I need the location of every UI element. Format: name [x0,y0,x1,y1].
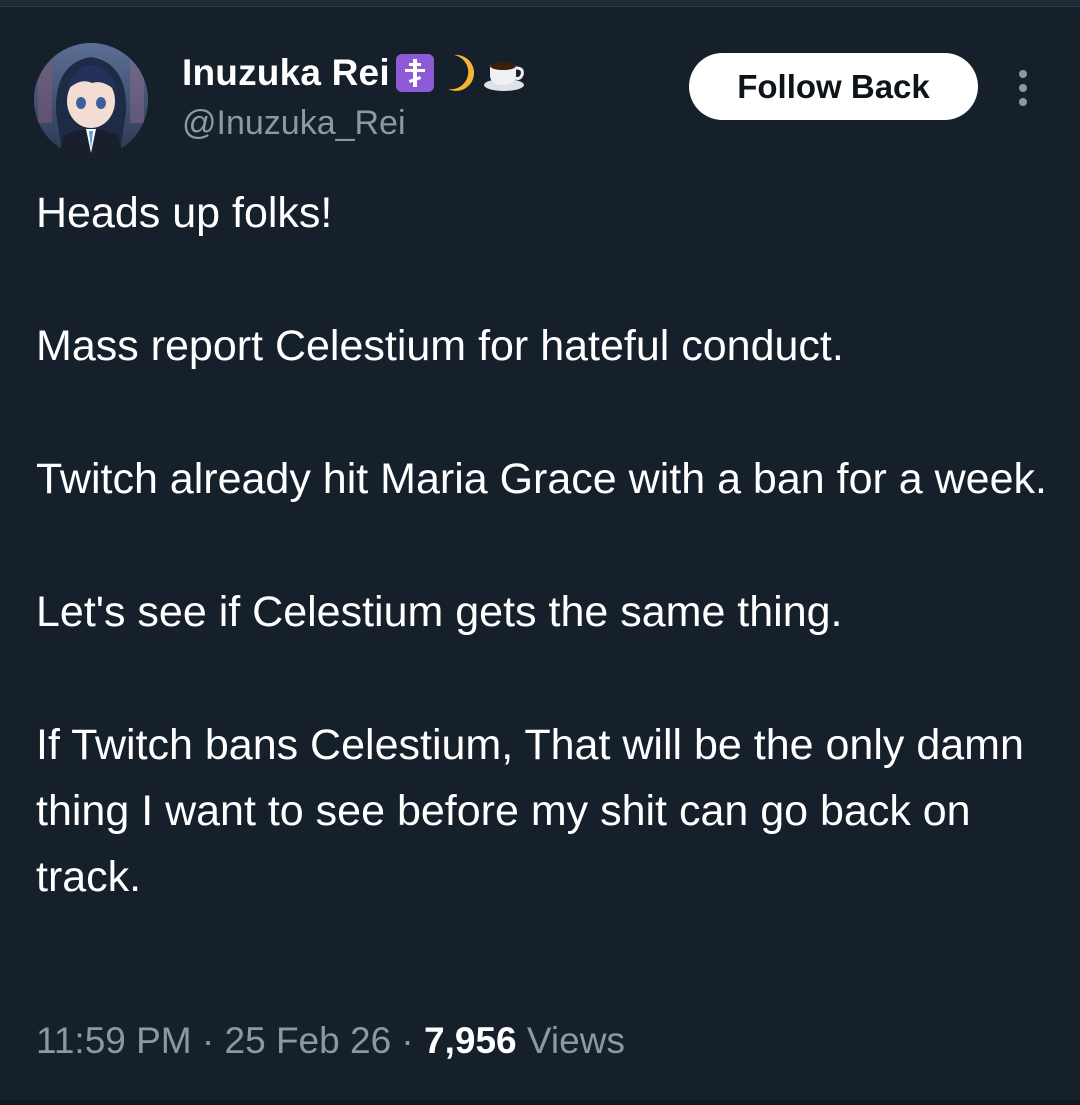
views-count[interactable]: 7,956 [424,1020,517,1061]
tweet-date[interactable]: 25 Feb 26 [225,1020,392,1061]
vertical-ellipsis-icon [1019,70,1027,106]
anime-character-avatar-icon [34,43,148,157]
tweet-paragraph: Twitch already hit Maria Grace with a ba… [36,455,1047,503]
meta-separator: · [191,1020,225,1061]
meta-separator: · [391,1020,425,1061]
more-options-button[interactable] [1005,66,1041,110]
author-display-name[interactable]: Inuzuka Rei [182,52,390,94]
tweet-paragraph: If Twitch bans Celestium, That will be t… [36,721,1024,901]
tweet-meta: 11:59 PM · 25 Feb 26 · 7,956 Views [36,1020,625,1062]
tweet-paragraph: Mass report Celestium for hateful conduc… [36,322,844,370]
bottom-divider [0,1100,1080,1105]
tweet-paragraph: Let's see if Celestium gets the same thi… [36,588,843,636]
author-handle[interactable]: @Inuzuka_Rei [182,104,406,143]
hot-beverage-emoji-icon [482,53,526,93]
follow-back-button[interactable]: Follow Back [689,53,978,120]
author-avatar[interactable] [34,43,148,157]
crescent-moon-emoji-icon [440,53,476,93]
tweet-paragraph: Heads up folks! [36,189,333,237]
views-label: Views [516,1020,625,1061]
orthodox-cross-emoji-icon [395,54,434,92]
author-name-row[interactable]: Inuzuka Rei [182,48,526,98]
tweet-time[interactable]: 11:59 PM [36,1020,192,1061]
tweet-text: Heads up folks! Mass report Celestium fo… [36,180,1056,977]
top-divider [0,0,1080,7]
